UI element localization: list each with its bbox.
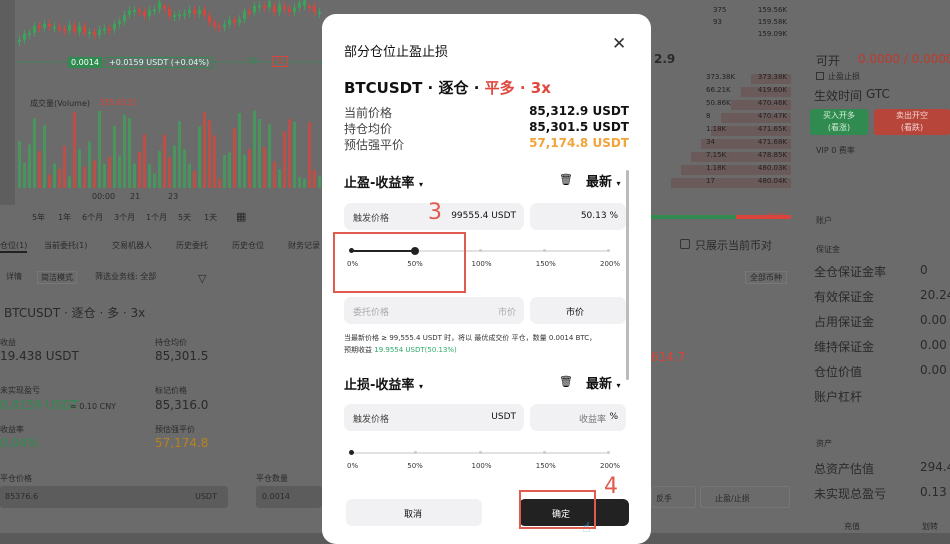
tp-order-price-input[interactable]: 委托价格 市价 — [344, 297, 524, 324]
liq-price-label: 预估强平价 — [344, 138, 405, 152]
slider-tick[interactable] — [478, 249, 482, 252]
tp-description-1: 当最新价格 ≥ 99,555.4 USDT 时，将以 最优成交价 平仓，数量 0… — [344, 334, 597, 342]
avg-price-label: 持仓均价 — [344, 122, 393, 136]
slider-mark-label: 200% — [600, 260, 621, 268]
slider-mark-label: 200% — [600, 462, 621, 470]
annotation-box-confirm — [519, 490, 596, 529]
annotation-number-3: 3 — [428, 200, 442, 225]
slider-mark-label: 50% — [407, 462, 423, 470]
slider-tick[interactable] — [542, 249, 546, 252]
close-icon[interactable]: ✕ — [612, 34, 626, 54]
sl-latest-select[interactable]: 最新 ▾ — [586, 373, 621, 392]
sl-pct-input[interactable]: 收益率 % — [530, 404, 626, 431]
avg-price-value: 85,301.5 USDT — [529, 120, 629, 134]
slider-mark-label: 0% — [347, 462, 359, 470]
slider-tick[interactable] — [607, 451, 610, 454]
market-price-button[interactable]: 市价 — [530, 297, 626, 324]
liq-price-value: 57,174.8 USDT — [529, 136, 629, 150]
slider-tick[interactable] — [349, 450, 354, 455]
slider-mark-label: 100% — [471, 260, 492, 268]
trash-icon[interactable]: 🗑 — [559, 173, 573, 186]
tp-pct-input[interactable]: 50.13 % — [530, 203, 626, 230]
slider-mark-label: 100% — [471, 462, 492, 470]
sl-return-slider[interactable]: 0% 50% 100% 150% 200% — [347, 448, 620, 478]
slider-mark-label: 150% — [535, 462, 556, 470]
modal-title: 部分仓位止盈止损 — [344, 45, 449, 60]
slider-mark-label: 150% — [535, 260, 556, 268]
annotation-number-4: 4 — [604, 474, 618, 499]
sl-trigger-price-input[interactable]: 触发价格 USDT — [344, 404, 524, 431]
slider-tick[interactable] — [607, 249, 610, 252]
slider-tick[interactable] — [478, 451, 482, 454]
tp-latest-select[interactable]: 最新 ▾ — [586, 171, 621, 190]
sl-section-title[interactable]: 止损-收益率 ▾ — [344, 374, 423, 393]
tp-section-title[interactable]: 止盈-收益率 ▾ — [344, 172, 423, 191]
sl-trash-icon[interactable]: 🗑 — [559, 375, 573, 388]
position-pair: BTCUSDT · 逐仓 · 平多 · 3x — [344, 79, 551, 97]
tp-description-2: 预期收益 19.9554 USDT(50.13%) — [344, 346, 457, 354]
current-price-value: 85,312.9 USDT — [529, 104, 629, 118]
modal-scrollbar[interactable] — [626, 170, 629, 380]
slider-tick[interactable] — [542, 451, 546, 454]
current-price-label: 当前价格 — [344, 106, 393, 120]
annotation-box-slider — [333, 232, 466, 293]
cancel-button[interactable]: 取消 — [346, 499, 482, 526]
